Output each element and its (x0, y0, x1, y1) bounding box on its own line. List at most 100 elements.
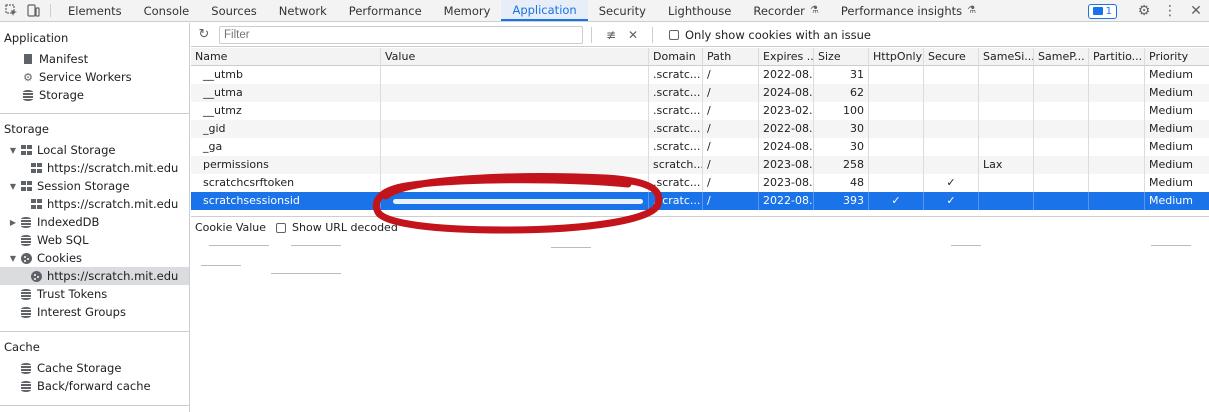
sidebar-item-session-storage-origin[interactable]: https://scratch.mit.edu (30, 195, 178, 213)
table-row[interactable]: _gid .scratc... / 2022-08... 30 Medium (191, 120, 1209, 138)
expand-triangle-icon[interactable]: ▼ (8, 254, 18, 263)
cookie-value-redacted (381, 102, 649, 120)
sidebar-item-local-storage[interactable]: ▼ Local Storage (8, 141, 116, 159)
tab-sources[interactable]: Sources (200, 0, 268, 21)
cookie-path: / (703, 156, 759, 174)
cookie-samesite (979, 138, 1034, 156)
column-header-sameparty[interactable]: SameP... (1034, 48, 1089, 66)
column-header-expires[interactable]: Expires ... (759, 48, 814, 66)
show-url-decoded-checkbox[interactable]: Show URL decoded (276, 221, 398, 234)
cookie-expires: 2022-08... (759, 66, 814, 84)
cookie-samesite (979, 84, 1034, 102)
expand-triangle-icon[interactable]: ▼ (8, 182, 18, 191)
cookie-path: / (703, 66, 759, 84)
filter-input[interactable] (219, 25, 583, 44)
column-header-path[interactable]: Path (703, 48, 759, 66)
table-row[interactable]: __utmb .scratc... / 2022-08... 31 Medium (191, 66, 1209, 84)
sidebar-item-local-storage-origin[interactable]: https://scratch.mit.edu (30, 159, 178, 177)
device-toolbar-icon[interactable] (22, 0, 44, 21)
cookie-expires: 2024-08... (759, 138, 814, 156)
sidebar-item-cookies[interactable]: ▼ Cookies (8, 249, 82, 267)
cookie-size: 393 (814, 192, 869, 210)
tab-lighthouse[interactable]: Lighthouse (657, 0, 742, 21)
sidebar-item-label: Storage (39, 88, 84, 102)
tab-performance[interactable]: Performance (338, 0, 433, 21)
table-row[interactable]: __utma .scratc... / 2024-08... 62 Medium (191, 84, 1209, 102)
column-header-httponly[interactable]: HttpOnly (869, 48, 924, 66)
table-row[interactable]: permissions scratch... / 2023-08... 258 … (191, 156, 1209, 174)
cookie-expires: 2022-08... (759, 120, 814, 138)
sidebar-item-websql[interactable]: Web SQL (20, 231, 89, 249)
cookie-domain: .scratc... (649, 192, 703, 210)
cookie-priority: Medium (1149, 140, 1193, 153)
cookie-httponly (869, 156, 924, 174)
issues-badge[interactable]: 1 (1087, 3, 1117, 19)
cookie-sameparty (1034, 156, 1089, 174)
sidebar-item-trust-tokens[interactable]: Trust Tokens (20, 285, 107, 303)
tab-elements[interactable]: Elements (57, 0, 133, 21)
redacted-value-fragment (291, 245, 341, 246)
tab-application[interactable]: Application (501, 0, 588, 21)
database-icon (20, 362, 32, 374)
cookie-priority: Medium (1149, 86, 1193, 99)
close-icon[interactable]: ✕ (1183, 3, 1209, 19)
column-header-partition[interactable]: Partitio... (1089, 48, 1145, 66)
table-row[interactable]: _ga .scratc... / 2024-08... 30 Medium (191, 138, 1209, 156)
sidebar-item-cookies-origin[interactable]: https://scratch.mit.edu (0, 267, 189, 285)
checkbox-box[interactable] (669, 29, 679, 40)
checkbox-box[interactable] (276, 222, 287, 233)
tab-security[interactable]: Security (588, 0, 657, 21)
sidebar-item-service-workers[interactable]: ⚙ Service Workers (22, 68, 132, 86)
cookie-name: __utma (191, 84, 381, 102)
table-row-selected[interactable]: scratchsessionsid .scratc... / 2022-08..… (191, 192, 1209, 210)
sidebar-item-session-storage[interactable]: ▼ Session Storage (8, 177, 130, 195)
sidebar-item-storage[interactable]: Storage (22, 86, 84, 104)
tab-recorder[interactable]: Recorder ⚗ (742, 0, 830, 21)
sidebar-section-storage: Storage (4, 122, 49, 136)
tab-console[interactable]: Console (133, 0, 201, 21)
column-header-domain[interactable]: Domain (649, 48, 703, 66)
only-issue-checkbox[interactable]: Only show cookies with an issue (669, 28, 871, 42)
column-header-samesite[interactable]: SameSi... (979, 48, 1034, 66)
cookie-expires: 2023-02... (759, 102, 814, 120)
filter-divider (652, 26, 653, 43)
sidebar-item-label: https://scratch.mit.edu (47, 197, 179, 211)
cookie-size: 62 (814, 84, 869, 102)
redacted-value-fragment (951, 245, 981, 246)
column-header-secure[interactable]: Secure (924, 48, 979, 66)
column-header-name[interactable]: Name (191, 48, 381, 66)
collapse-triangle-icon[interactable]: ▶ (8, 218, 18, 227)
more-options-icon[interactable]: ⋮ (1157, 3, 1183, 19)
column-header-priority[interactable]: Priority (1145, 48, 1209, 66)
inspect-element-icon[interactable] (0, 0, 22, 21)
table-row[interactable]: scratchcsrftoken .scratc... / 2023-08...… (191, 174, 1209, 192)
refresh-icon[interactable]: ↻ (191, 27, 217, 42)
tab-performance-insights[interactable]: Performance insights ⚗ (830, 0, 987, 21)
sidebar-item-label: Interest Groups (37, 305, 126, 319)
tab-memory[interactable]: Memory (433, 0, 502, 21)
sidebar-item-indexeddb[interactable]: ▶ IndexedDB (8, 213, 100, 231)
settings-gear-icon[interactable]: ⚙ (1131, 3, 1157, 19)
cookie-name: permissions (191, 156, 381, 174)
cookie-httponly (869, 138, 924, 156)
sidebar-item-manifest[interactable]: Manifest (22, 50, 88, 68)
cookie-path: / (703, 138, 759, 156)
sidebar-item-interest-groups[interactable]: Interest Groups (20, 303, 126, 321)
cookie-value-redacted (381, 192, 649, 210)
cookie-size: 31 (814, 66, 869, 84)
table-row[interactable]: __utmz .scratc... / 2023-02... 100 Mediu… (191, 102, 1209, 120)
sidebar-item-cache-storage[interactable]: Cache Storage (20, 359, 121, 377)
tab-network[interactable]: Network (268, 0, 338, 21)
sidebar-section-application: Application (4, 31, 69, 45)
cookie-value-redacted (381, 156, 649, 174)
column-header-size[interactable]: Size (814, 48, 869, 66)
expand-triangle-icon[interactable]: ▼ (8, 146, 18, 155)
cookie-name: _ga (191, 138, 381, 156)
sidebar-item-bf-cache[interactable]: Back/forward cache (20, 377, 151, 395)
cookie-partition (1089, 156, 1145, 174)
issues-count: 1 (1105, 5, 1112, 17)
delete-selected-icon[interactable]: ✕ (622, 28, 644, 42)
cookie-partition (1089, 66, 1145, 84)
clear-filtered-cookies-icon[interactable]: ≢ (600, 28, 622, 42)
column-header-value[interactable]: Value (381, 48, 649, 66)
